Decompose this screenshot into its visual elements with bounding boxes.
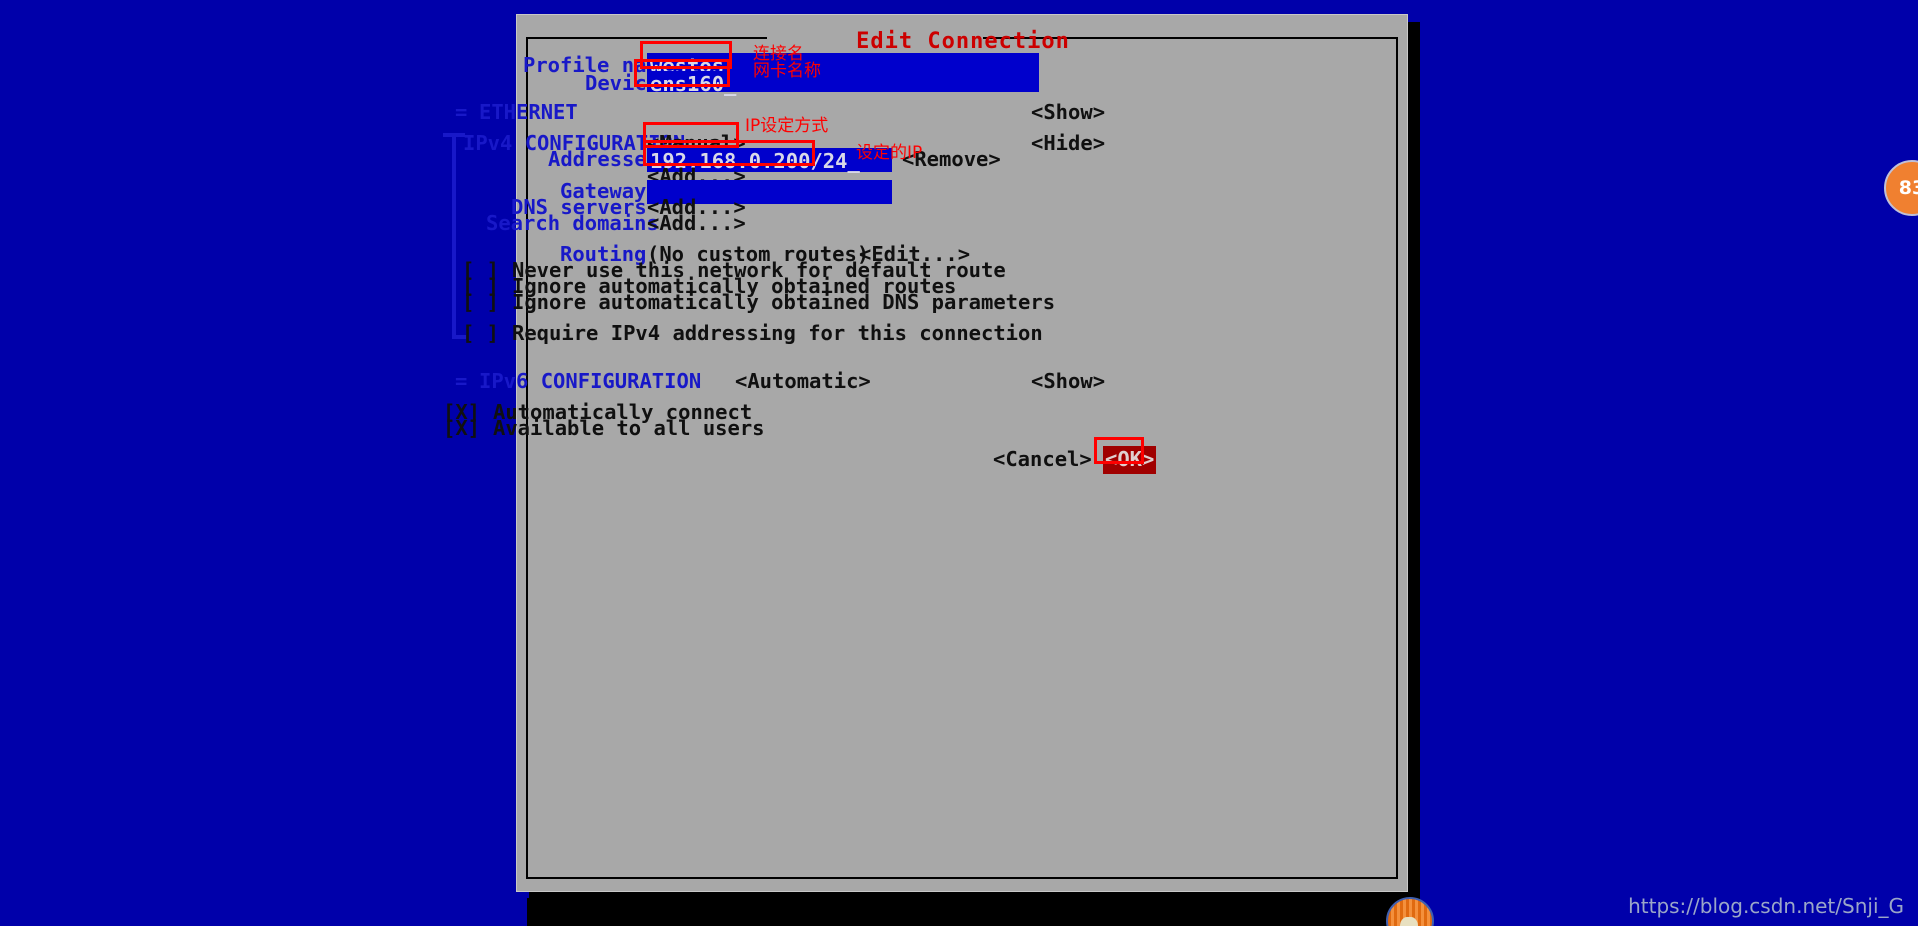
ipv6-show-toggle[interactable]: <Show> [1031, 371, 1105, 392]
cancel-button[interactable]: <Cancel> [993, 449, 1092, 470]
search-domains-add-button[interactable]: <Add...> [647, 213, 746, 234]
notification-badge[interactable]: 83 [1884, 160, 1918, 216]
screen: Edit Connection Profile name westos Devi… [0, 0, 1918, 926]
ethernet-marker[interactable]: = [455, 102, 467, 123]
annotation-box-ok-button [1094, 437, 1144, 464]
search-domains-label: Search domains [486, 211, 659, 235]
terminal-background-strip [527, 898, 1407, 926]
checkbox-all-users-label: Available to all users [493, 416, 765, 440]
watermark: https://blog.csdn.net/Snji_G [1628, 894, 1904, 918]
annotation-label-ipv4-mode: IP设定方式 [745, 116, 829, 136]
annotation-box-device [634, 59, 730, 87]
ipv6-config-label: IPv6 CONFIGURATION [479, 369, 702, 393]
checkbox-require-ipv4-mark[interactable]: [ ] [462, 323, 499, 344]
ipv6-marker[interactable]: = [455, 371, 467, 392]
ethernet-label: ETHERNET [479, 100, 578, 124]
ethernet-show-toggle[interactable]: <Show> [1031, 102, 1105, 123]
checkbox-ignore-dns-label: Ignore automatically obtained DNS parame… [512, 290, 1056, 314]
checkbox-all-users-mark[interactable]: [X] [443, 418, 480, 439]
checkbox-ignore-dns-mark[interactable]: [ ] [462, 292, 499, 313]
annotation-label-address: 设定的IP [856, 143, 923, 163]
annotation-box-address [643, 140, 815, 166]
annotation-label-device: 网卡名称 [753, 61, 821, 81]
ipv4-hide-toggle[interactable]: <Hide> [1031, 133, 1105, 154]
checkbox-require-ipv4-label: Require IPv4 addressing for this connect… [512, 321, 1043, 345]
ipv4-tree-line [452, 133, 456, 339]
ipv6-mode-select[interactable]: <Automatic> [735, 371, 871, 392]
